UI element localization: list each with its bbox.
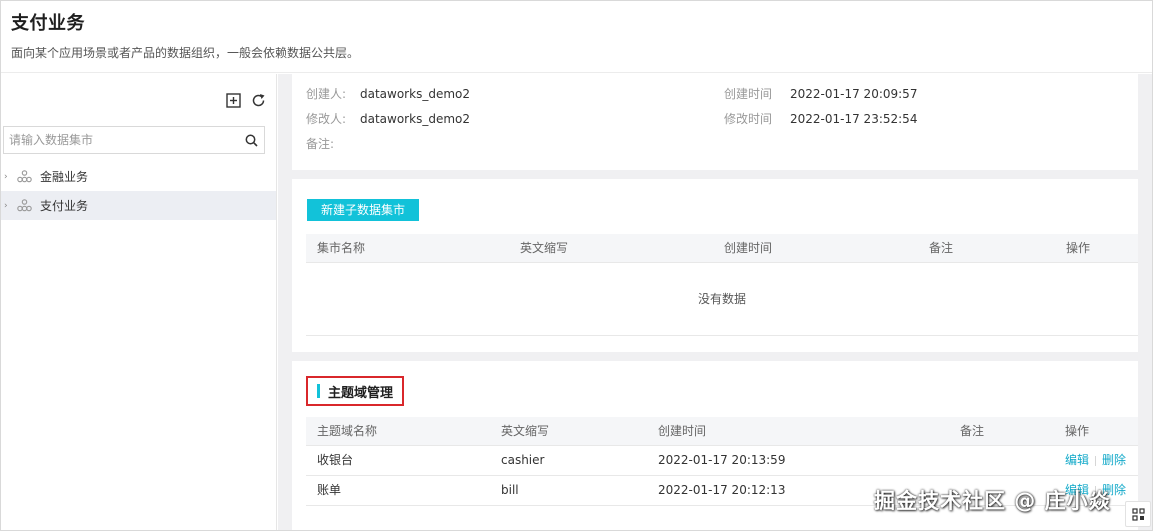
domain-name: 账单 (317, 483, 342, 497)
table-row: 账单 bill 2022-01-17 20:12:13 编辑 删除 (306, 476, 1138, 506)
qr-code-icon[interactable] (1125, 501, 1151, 527)
page-title: 支付业务 (11, 13, 85, 34)
column-header: 英文缩写 (520, 241, 569, 255)
section-title-text: 主题域管理 (328, 385, 394, 401)
creator-value: dataworks_demo2 (360, 87, 470, 101)
empty-state: 没有数据 (306, 263, 1138, 336)
section-title: 主题域管理 (306, 376, 404, 406)
search-box (3, 126, 265, 154)
app-frame: 支付业务 面向某个应用场景或者产品的数据组织，一般会依赖数据公共层。 › (0, 0, 1153, 531)
edit-link[interactable]: 编辑 (1065, 453, 1089, 467)
sidebar: › 金融业务 › 支付业务 (1, 74, 277, 530)
tree-item-finance[interactable]: › 金融业务 (1, 162, 276, 191)
table-row: 收银台 cashier 2022-01-17 20:13:59 编辑 删除 (306, 446, 1138, 476)
sub-mart-card: 新建子数据集市 集市名称 英文缩写 创建时间 备注 操作 没有数据 (292, 179, 1138, 352)
chevron-right-icon[interactable]: › (4, 201, 14, 211)
data-mart-icon (17, 199, 33, 213)
column-header: 操作 (1065, 424, 1090, 438)
search-input[interactable] (4, 127, 238, 153)
modifier-value: dataworks_demo2 (360, 112, 470, 126)
main-content: 创建人: dataworks_demo2 修改人: dataworks_demo… (278, 74, 1152, 530)
table-header: 集市名称 英文缩写 创建时间 备注 操作 (306, 234, 1138, 263)
row-actions: 编辑 删除 (1065, 476, 1126, 505)
domain-created-time: 2022-01-17 20:13:59 (658, 453, 786, 467)
modifier-row: 修改人: dataworks_demo2 (306, 111, 470, 127)
creator-row: 创建人: dataworks_demo2 (306, 86, 470, 102)
table-header: 主题域名称 英文缩写 创建时间 备注 操作 (306, 417, 1138, 446)
created-time-label: 创建时间 (724, 87, 773, 101)
creator-label: 创建人: (306, 87, 347, 101)
created-time-value: 2022-01-17 20:09:57 (790, 87, 918, 101)
column-header: 操作 (1066, 241, 1091, 255)
mart-info-card: 创建人: dataworks_demo2 修改人: dataworks_demo… (292, 74, 1138, 170)
delete-link[interactable]: 删除 (1102, 453, 1126, 467)
column-header: 创建时间 (658, 424, 707, 438)
domain-abbr: bill (501, 483, 519, 497)
subject-domain-card: 主题域管理 主题域名称 英文缩写 创建时间 备注 操作 收银台 cashier … (292, 361, 1138, 530)
modifier-label: 修改人: (306, 112, 347, 126)
section-accent-bar (317, 384, 320, 398)
modified-time-label: 修改时间 (724, 112, 773, 126)
search-icon[interactable] (238, 127, 264, 153)
column-header: 英文缩写 (501, 424, 550, 438)
add-icon[interactable] (225, 92, 241, 108)
column-header: 备注 (960, 424, 985, 438)
page-header: 支付业务 面向某个应用场景或者产品的数据组织，一般会依赖数据公共层。 (1, 1, 1152, 73)
subject-domain-table: 主题域名称 英文缩写 创建时间 备注 操作 收银台 cashier 2022-0… (306, 417, 1138, 506)
domain-name: 收银台 (317, 453, 354, 467)
domain-abbr: cashier (501, 453, 545, 467)
note-row: 备注: (306, 136, 360, 152)
column-header: 主题域名称 (317, 424, 378, 438)
page-subtitle: 面向某个应用场景或者产品的数据组织，一般会依赖数据公共层。 (11, 46, 360, 60)
chevron-right-icon[interactable]: › (4, 172, 14, 182)
column-header: 集市名称 (317, 241, 366, 255)
modified-time-value: 2022-01-17 23:52:54 (790, 112, 918, 126)
tree-item-label: 支付业务 (40, 199, 89, 213)
sidebar-toolbar (225, 92, 266, 108)
action-divider (1095, 455, 1097, 466)
edit-link[interactable]: 编辑 (1065, 483, 1089, 497)
data-mart-tree: › 金融业务 › 支付业务 (1, 162, 276, 220)
sub-mart-table: 集市名称 英文缩写 创建时间 备注 操作 没有数据 (306, 234, 1138, 336)
refresh-icon[interactable] (250, 92, 266, 108)
delete-link[interactable]: 删除 (1102, 483, 1126, 497)
data-mart-icon (17, 170, 33, 184)
created-time-row: 创建时间 2022-01-17 20:09:57 (724, 86, 917, 102)
row-actions: 编辑 删除 (1065, 446, 1126, 475)
column-header: 备注 (929, 241, 954, 255)
tree-item-label: 金融业务 (40, 170, 89, 184)
column-header: 创建时间 (724, 241, 773, 255)
domain-created-time: 2022-01-17 20:12:13 (658, 483, 786, 497)
new-sub-mart-button[interactable]: 新建子数据集市 (307, 199, 420, 221)
modified-time-row: 修改时间 2022-01-17 23:52:54 (724, 111, 917, 127)
note-label: 备注: (306, 137, 335, 151)
action-divider (1095, 485, 1097, 496)
tree-item-payment[interactable]: › 支付业务 (1, 191, 276, 220)
